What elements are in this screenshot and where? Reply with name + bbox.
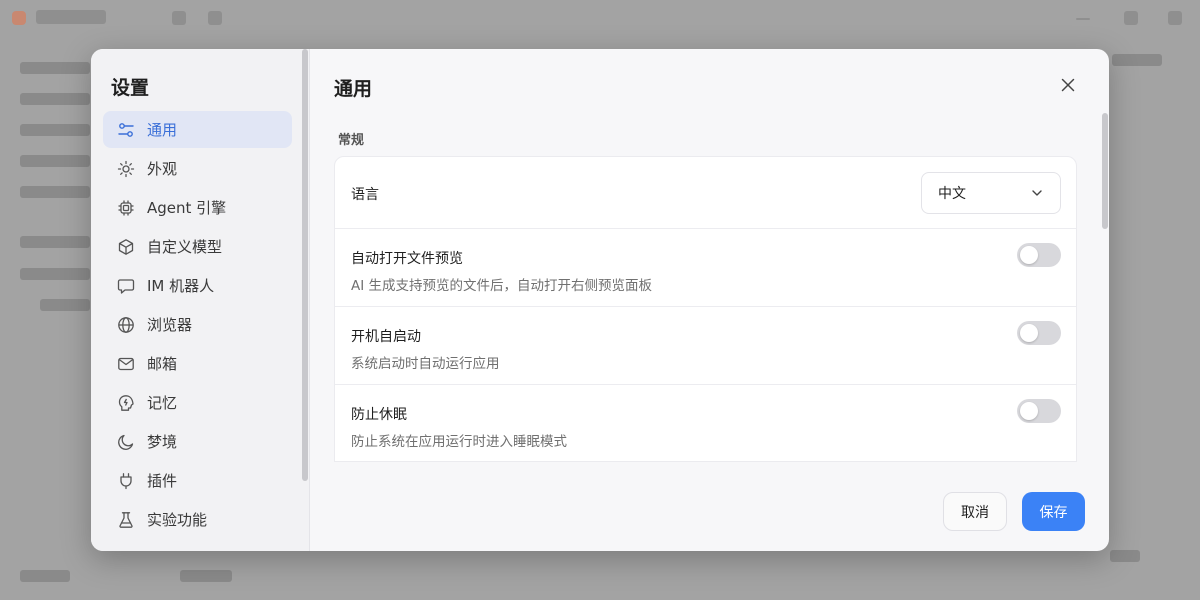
background-side-line xyxy=(40,299,90,311)
background-right-item xyxy=(1112,54,1162,66)
content-scrollbar[interactable] xyxy=(1102,113,1108,229)
sidebar-item-label: 记忆 xyxy=(147,394,178,412)
background-chip xyxy=(1110,550,1140,562)
minimize-icon xyxy=(1076,18,1090,20)
setting-description: AI 生成支持预览的文件后，自动打开右侧预览面板 xyxy=(351,278,653,294)
sidebar-item-label: IM 机器人 xyxy=(147,277,215,295)
mail-icon xyxy=(117,355,135,373)
sidebar-item-dreams[interactable]: 梦境 xyxy=(103,423,292,460)
background-toolbar-icon xyxy=(172,11,186,25)
toggle-knob xyxy=(1020,402,1038,420)
chevron-down-icon xyxy=(1032,190,1042,196)
language-select[interactable]: 中文 xyxy=(921,172,1061,214)
cancel-button[interactable]: 取消 xyxy=(943,492,1007,531)
launch-at-startup-toggle[interactable] xyxy=(1017,321,1061,345)
auto-preview-toggle[interactable] xyxy=(1017,243,1061,267)
sidebar-item-label: 实验功能 xyxy=(147,511,208,529)
moon-icon xyxy=(117,433,135,451)
sidebar-title: 设置 xyxy=(111,77,150,99)
sidebar-item-im-bot[interactable]: IM 机器人 xyxy=(103,267,292,304)
sidebar-item-memory[interactable]: 记忆 xyxy=(103,384,292,421)
background-side-line xyxy=(20,236,90,248)
sidebar-item-plugins[interactable]: 插件 xyxy=(103,462,292,499)
sidebar-item-browser[interactable]: 浏览器 xyxy=(103,306,292,343)
brain-bolt-icon xyxy=(117,394,135,412)
setting-description: 防止系统在应用运行时进入睡眠模式 xyxy=(351,434,567,450)
close-window-icon xyxy=(1168,11,1182,25)
sidebar-item-label: 邮箱 xyxy=(147,355,178,373)
close-button[interactable] xyxy=(1057,74,1079,96)
setting-description: 系统启动时自动运行应用 xyxy=(351,356,500,372)
background-side-line xyxy=(20,155,90,167)
page-title: 通用 xyxy=(334,78,373,100)
settings-sidebar: 设置 通用 外观 Agent 引擎 自定义模型 IM 机器人 浏览器 邮箱 记忆… xyxy=(91,49,310,551)
sidebar-scrollbar[interactable] xyxy=(302,49,308,481)
background-bottom-item xyxy=(180,570,232,582)
sidebar-item-label: 梦境 xyxy=(147,433,178,451)
section-label: 常规 xyxy=(338,133,365,148)
background-toolbar-icon xyxy=(208,11,222,25)
sidebar-item-experimental[interactable]: 实验功能 xyxy=(103,501,292,538)
auto-preview-row: 自动打开文件预览 AI 生成支持预览的文件后，自动打开右侧预览面板 xyxy=(335,229,1076,307)
setting-label: 自动打开文件预览 xyxy=(351,251,463,267)
language-label: 语言 xyxy=(351,187,379,203)
sidebar-item-general[interactable]: 通用 xyxy=(103,111,292,148)
background-side-line xyxy=(20,62,90,74)
background-app-name xyxy=(36,10,106,24)
cube-icon xyxy=(117,238,135,256)
background-bottom-item xyxy=(20,570,70,582)
sidebar-item-label: 外观 xyxy=(147,160,178,178)
sun-icon xyxy=(117,160,135,178)
settings-card: 语言 中文 自动打开文件预览 AI 生成支持预览的文件后，自动打开右侧预览面板 … xyxy=(334,156,1077,462)
globe-icon xyxy=(117,316,135,334)
sidebar-item-mailbox[interactable]: 邮箱 xyxy=(103,345,292,382)
settings-nav: 通用 外观 Agent 引擎 自定义模型 IM 机器人 浏览器 邮箱 记忆 梦境… xyxy=(103,111,292,540)
chip-icon xyxy=(117,199,135,217)
background-side-line xyxy=(20,268,90,280)
sidebar-item-label: 浏览器 xyxy=(147,316,193,334)
prevent-sleep-toggle[interactable] xyxy=(1017,399,1061,423)
settings-content: 通用 常规 语言 中文 自动打开文件预览 AI 生成支持预览的文件后，自动打开右… xyxy=(310,49,1109,551)
app-logo-icon xyxy=(12,11,26,25)
background-side-line xyxy=(20,186,90,198)
setting-label: 开机自启动 xyxy=(351,329,421,345)
toggle-knob xyxy=(1020,324,1038,342)
setting-label: 防止休眠 xyxy=(351,407,407,423)
sidebar-item-label: Agent 引擎 xyxy=(147,199,227,217)
background-side-line xyxy=(20,124,90,136)
launch-at-startup-row: 开机自启动 系统启动时自动运行应用 xyxy=(335,307,1076,385)
toggle-knob xyxy=(1020,246,1038,264)
save-button[interactable]: 保存 xyxy=(1022,492,1085,531)
sidebar-item-custom-model[interactable]: 自定义模型 xyxy=(103,228,292,265)
background-titlebar xyxy=(0,0,1200,36)
sidebar-item-agent-engine[interactable]: Agent 引擎 xyxy=(103,189,292,226)
sidebar-item-appearance[interactable]: 外观 xyxy=(103,150,292,187)
language-select-value: 中文 xyxy=(938,186,966,202)
background-side-line xyxy=(20,93,90,105)
plug-icon xyxy=(117,472,135,490)
chat-bubble-icon xyxy=(117,277,135,295)
sidebar-item-label: 通用 xyxy=(147,121,178,139)
flask-icon xyxy=(117,511,135,529)
sliders-icon xyxy=(117,121,135,139)
sidebar-item-label: 自定义模型 xyxy=(147,238,223,256)
prevent-sleep-row: 防止休眠 防止系统在应用运行时进入睡眠模式 xyxy=(335,385,1076,461)
maximize-icon xyxy=(1124,11,1138,25)
sidebar-item-label: 插件 xyxy=(147,472,178,490)
language-row: 语言 中文 xyxy=(335,157,1076,229)
settings-dialog: 设置 通用 外观 Agent 引擎 自定义模型 IM 机器人 浏览器 邮箱 记忆… xyxy=(91,49,1109,551)
close-icon xyxy=(1061,78,1075,92)
